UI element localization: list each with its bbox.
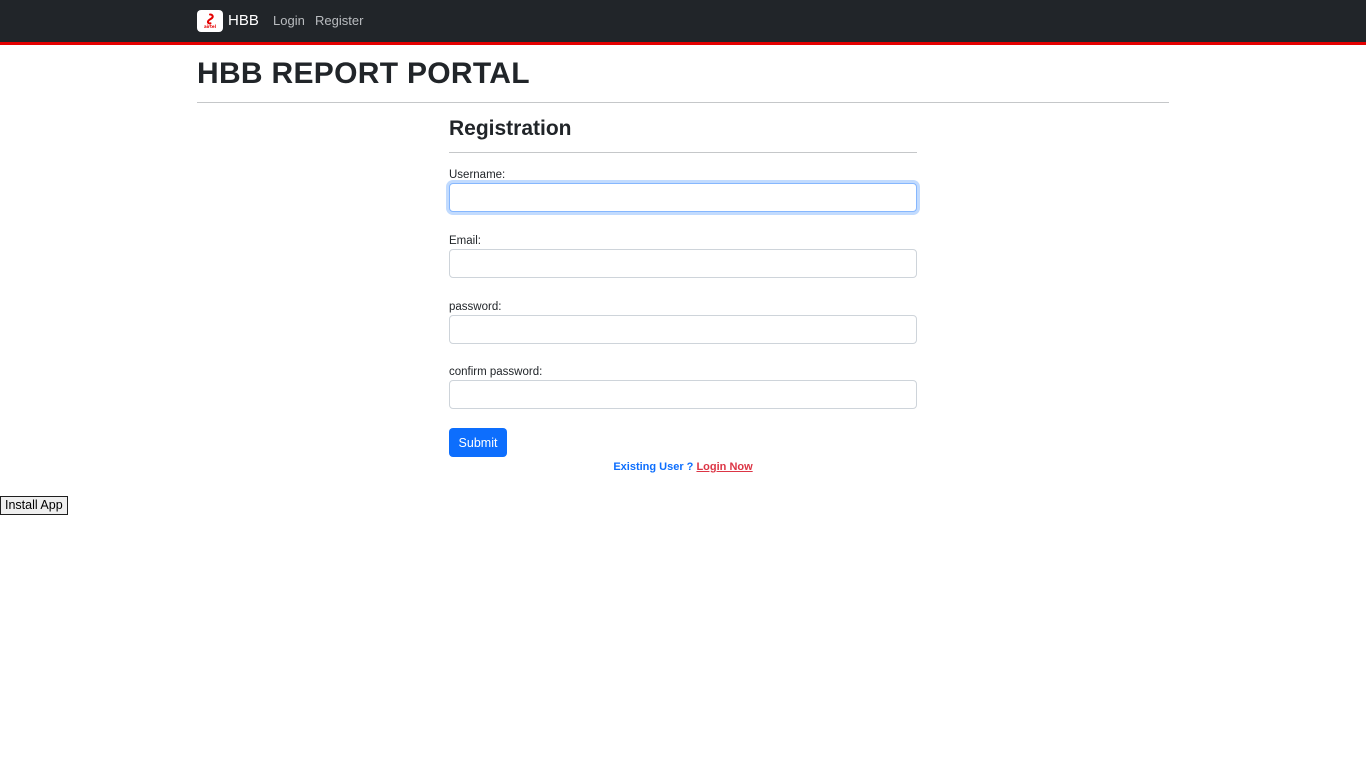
confirm-password-label: confirm password:	[449, 366, 543, 378]
brand-name: HBB	[228, 12, 259, 29]
title-divider	[197, 102, 1169, 103]
brand-logo-text: airtel	[203, 24, 217, 29]
confirm-password-input[interactable]	[449, 380, 917, 409]
brand-link[interactable]: airtel HBB	[197, 10, 259, 32]
password-label: password:	[449, 301, 502, 313]
email-label: Email:	[449, 235, 481, 247]
registration-heading: Registration	[449, 117, 572, 140]
form-divider	[449, 152, 917, 153]
username-input[interactable]	[449, 183, 917, 212]
login-now-link[interactable]: Login Now	[696, 461, 752, 473]
password-input[interactable]	[449, 315, 917, 344]
airtel-logo-icon: airtel	[197, 10, 223, 32]
nav-login-link[interactable]: Login	[273, 13, 305, 29]
nav-register-link[interactable]: Register	[315, 13, 363, 29]
submit-button[interactable]: Submit	[449, 428, 507, 457]
navbar-accent-bar	[0, 42, 1366, 45]
username-label: Username:	[449, 169, 506, 181]
install-app-button[interactable]: Install App	[0, 496, 68, 515]
existing-user-line: Existing User ? Login Now	[449, 461, 917, 474]
top-navbar: airtel HBB Login Register	[0, 0, 1366, 42]
existing-user-text: Existing User ?	[613, 461, 694, 473]
email-input[interactable]	[449, 249, 917, 278]
page-title: HBB REPORT PORTAL	[197, 57, 530, 90]
